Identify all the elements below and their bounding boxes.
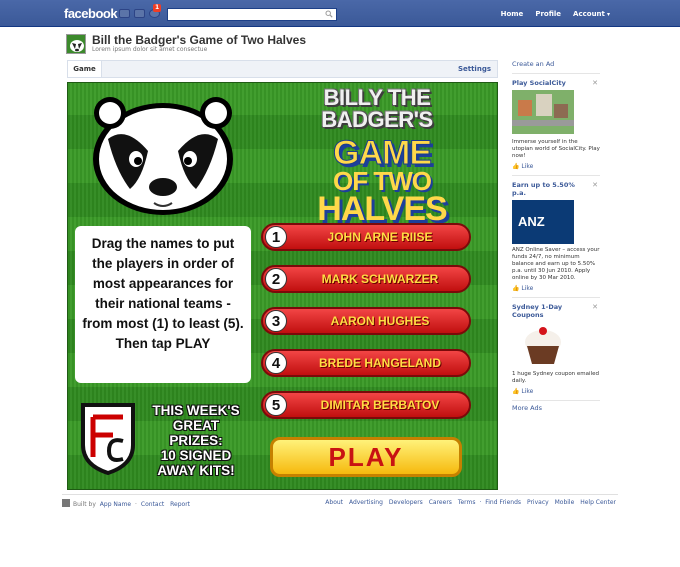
anz-logo: ANZ xyxy=(512,200,574,244)
play-button[interactable]: PLAY xyxy=(270,437,462,477)
player-rank: 3 xyxy=(265,310,287,332)
prize-line: GREAT xyxy=(172,418,220,433)
top-bar: facebook 1 Home Profile Account xyxy=(0,0,680,27)
prize-line: 10 SIGNED xyxy=(160,448,232,463)
ad-title[interactable]: Play SocialCity xyxy=(512,79,582,87)
ad-socialcity[interactable]: Play SocialCity ✕ Immerse yourself in th… xyxy=(512,74,600,176)
player-name: JOHN ARNE RIISE xyxy=(327,230,433,244)
app-title: Bill the Badger's Game of Two Halves xyxy=(92,33,307,47)
settings-link[interactable]: Settings xyxy=(458,65,491,73)
footer-app-name-link[interactable]: App Name xyxy=(100,501,131,508)
player-pill-3[interactable]: 3 AARON HUGHES xyxy=(261,307,471,335)
friend-requests-icon[interactable] xyxy=(119,9,130,18)
prize-line: AWAY KITS! xyxy=(157,463,235,478)
player-name: AARON HUGHES xyxy=(330,314,430,328)
footer-advertising-link[interactable]: Advertising xyxy=(349,499,383,506)
player-rank: 4 xyxy=(265,352,287,374)
footer-terms-link[interactable]: Terms xyxy=(458,499,476,506)
socialcity-image xyxy=(512,90,574,134)
nav-account[interactable]: Account xyxy=(567,8,616,20)
app-subtitle: Lorem ipsum dolor sit amet consectue xyxy=(92,46,208,53)
create-ad-link[interactable]: Create an Ad xyxy=(512,60,600,74)
app-icon xyxy=(66,34,86,54)
ad-title[interactable]: Earn up to 5.50% p.a. xyxy=(512,181,582,197)
app-tab-bar: Game Settings xyxy=(67,60,498,78)
player-pill-5[interactable]: 5 DIMITAR BERBATOV xyxy=(261,391,471,419)
ad-sydney-coupons[interactable]: Sydney 1-Day Coupons ✕ 1 huge Sydney cou… xyxy=(512,298,600,401)
brand-line-2: BADGER'S xyxy=(321,107,433,132)
footer-right: About Advertising Developers Careers Ter… xyxy=(325,499,616,506)
footer-contact-link[interactable]: Contact xyxy=(141,501,164,508)
search-icon[interactable] xyxy=(325,10,333,18)
game-canvas: BILLY THE BADGER'S GAME OF TWO HALVES Dr… xyxy=(67,82,498,490)
ad-text: ANZ Online Saver – access your funds 24/… xyxy=(512,247,600,281)
ad-title[interactable]: Sydney 1-Day Coupons xyxy=(512,303,582,319)
search-box[interactable] xyxy=(167,8,337,21)
instructions-panel: Drag the names to put the players in ord… xyxy=(75,226,251,383)
badger-icon xyxy=(67,35,85,53)
prize-text: THIS WEEK'S GREAT PRIZES: 10 SIGNED AWAY… xyxy=(140,403,252,478)
player-rank: 5 xyxy=(265,394,287,416)
like-link[interactable]: 👍 Like xyxy=(512,285,600,292)
footer-find-friends-link[interactable]: Find Friends xyxy=(485,499,521,506)
notification-badge: 1 xyxy=(153,4,162,12)
player-name: MARK SCHWARZER xyxy=(321,272,439,286)
brand-title: BILLY THE BADGER'S xyxy=(282,87,472,131)
prize-line: THIS WEEK'S xyxy=(152,403,240,418)
ad-text: Immerse yourself in the utopian world of… xyxy=(512,139,600,159)
search-input[interactable] xyxy=(168,9,318,20)
brand-halves: HALVES xyxy=(317,190,447,228)
close-icon[interactable]: ✕ xyxy=(592,181,598,189)
footer-careers-link[interactable]: Careers xyxy=(429,499,452,506)
nav-home[interactable]: Home xyxy=(495,8,530,20)
footer-report-link[interactable]: Report xyxy=(170,501,190,508)
messages-icon[interactable] xyxy=(134,9,145,18)
top-nav: Home Profile Account xyxy=(495,8,616,20)
facebook-small-icon xyxy=(62,499,70,507)
ad-anz[interactable]: Earn up to 5.50% p.a. ✕ ANZ ANZ Online S… xyxy=(512,176,600,298)
player-pill-1[interactable]: 1 JOHN ARNE RIISE xyxy=(261,223,471,251)
ad-text: 1 huge Sydney coupon emailed daily. xyxy=(512,371,599,384)
badger-mascot-icon xyxy=(93,97,233,215)
close-icon[interactable]: ✕ xyxy=(592,79,598,87)
facebook-logo[interactable]: facebook xyxy=(64,6,118,21)
nav-profile[interactable]: Profile xyxy=(529,8,567,20)
footer-help-center-link[interactable]: Help Center xyxy=(580,499,616,506)
like-link[interactable]: 👍 Like xyxy=(512,388,600,395)
footer-mobile-link[interactable]: Mobile xyxy=(555,499,575,506)
player-rank: 2 xyxy=(265,268,287,290)
tab-game[interactable]: Game xyxy=(68,61,102,77)
player-pill-2[interactable]: 2 MARK SCHWARZER xyxy=(261,265,471,293)
footer-privacy-link[interactable]: Privacy xyxy=(527,499,549,506)
player-rank: 1 xyxy=(265,226,287,248)
like-link[interactable]: 👍 Like xyxy=(512,163,600,170)
player-name: BREDE HANGELAND xyxy=(318,356,441,370)
footer-left: Built by App Name · Contact Report xyxy=(62,499,192,508)
brand-line-1: BILLY THE xyxy=(323,85,431,110)
player-name: DIMITAR BERBATOV xyxy=(320,398,440,412)
close-icon[interactable]: ✕ xyxy=(592,303,598,311)
footer-about-link[interactable]: About xyxy=(325,499,343,506)
like-label[interactable]: Like xyxy=(521,388,533,395)
fulham-crest-icon xyxy=(81,403,135,475)
brand-game: GAME xyxy=(333,134,433,172)
like-label[interactable]: Like xyxy=(521,163,533,170)
like-label[interactable]: Like xyxy=(521,285,533,292)
more-ads-link[interactable]: More Ads xyxy=(512,404,600,412)
footer: Built by App Name · Contact Report About… xyxy=(62,494,618,508)
cupcake-image xyxy=(512,322,574,366)
brand-logo: GAME OF TWO HALVES xyxy=(289,134,475,228)
prize-line: PRIZES: xyxy=(169,433,223,448)
anz-logo-text: ANZ xyxy=(518,214,545,229)
app-header: Bill the Badger's Game of Two Halves Lor… xyxy=(66,32,506,57)
footer-developers-link[interactable]: Developers xyxy=(389,499,423,506)
built-by-label: Built by xyxy=(73,501,96,508)
player-pill-4[interactable]: 4 BREDE HANGELAND xyxy=(261,349,471,377)
ads-sidebar: Create an Ad Play SocialCity ✕ Immerse y… xyxy=(512,60,600,412)
